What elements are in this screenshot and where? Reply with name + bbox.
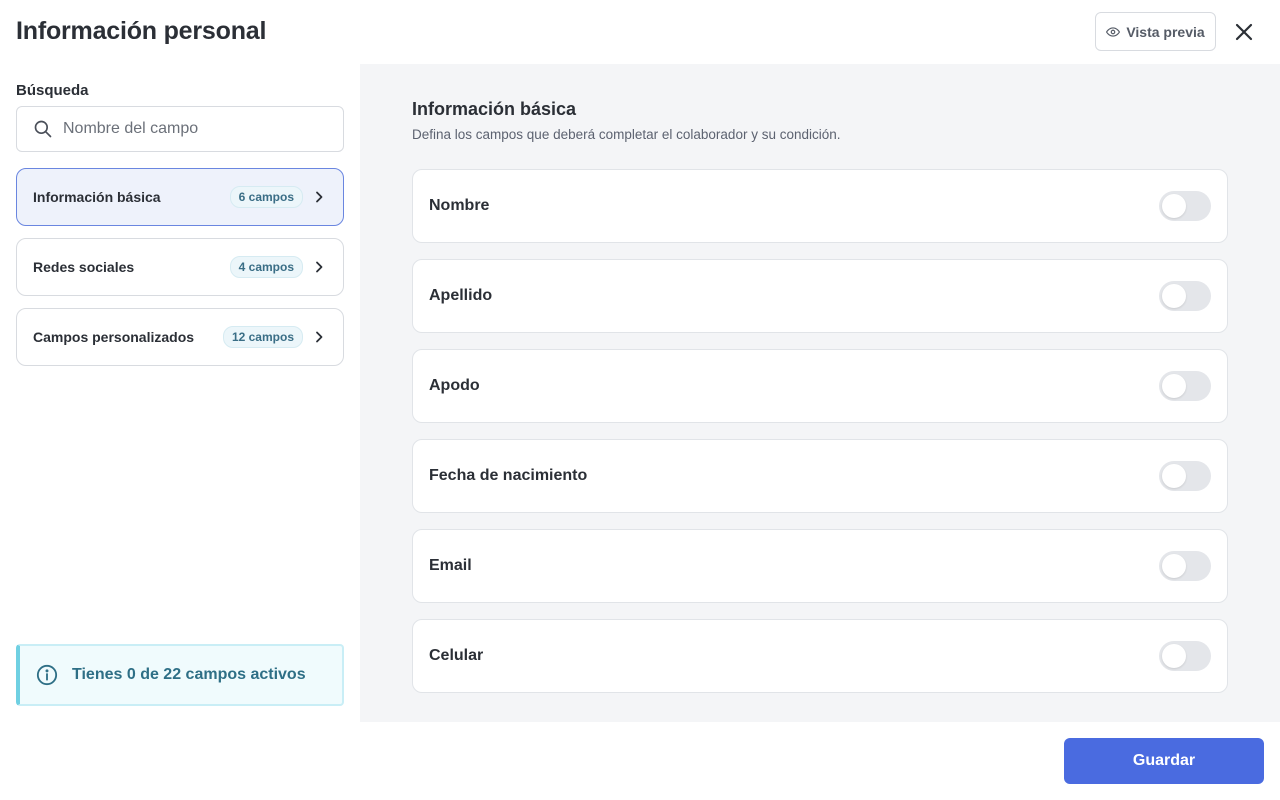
search-field[interactable] [16, 106, 344, 152]
toggle-knob [1162, 374, 1186, 398]
section-title: Información básica [412, 99, 577, 119]
toggle-knob [1162, 194, 1186, 218]
save-button[interactable]: Guardar [1064, 738, 1264, 784]
field-toggle[interactable] [1159, 551, 1211, 581]
toggle-knob [1162, 464, 1186, 488]
field-row-email: Email [412, 529, 1228, 603]
info-icon [36, 664, 58, 686]
field-row-celular: Celular [412, 619, 1228, 693]
category-label: Redes sociales [33, 259, 135, 275]
field-label: Fecha de nacimiento [429, 467, 588, 484]
field-label: Celular [429, 647, 484, 664]
search-label: Búsqueda [16, 82, 89, 99]
category-count-badge: 4 campos [229, 256, 303, 278]
close-button[interactable] [1232, 20, 1256, 44]
chevron-right-icon [315, 261, 327, 273]
field-label: Email [429, 557, 472, 574]
field-row-nombre: Nombre [412, 169, 1228, 243]
close-icon [1235, 23, 1253, 41]
eye-icon [1106, 26, 1121, 37]
modal-header: Información personal Vista previa [0, 0, 1280, 64]
page-title: Información personal [16, 17, 267, 45]
category-label: Campos personalizados [33, 329, 195, 345]
search-icon [34, 120, 52, 138]
field-row-apellido: Apellido [412, 259, 1228, 333]
preview-button[interactable]: Vista previa [1095, 12, 1216, 51]
fields-panel: Información básica Defina los campos que… [360, 64, 1280, 722]
field-label: Nombre [429, 197, 490, 214]
field-toggle[interactable] [1159, 191, 1211, 221]
category-item-informacion-basica[interactable]: Información básica 6 campos [16, 168, 344, 226]
category-item-redes-sociales[interactable]: Redes sociales 4 campos [16, 238, 344, 296]
toggle-knob [1162, 284, 1186, 308]
modal-footer: Guardar [0, 722, 1280, 800]
active-fields-info-banner: Tienes 0 de 22 campos activos [16, 644, 344, 706]
preview-button-label: Vista previa [1126, 23, 1205, 40]
category-count-badge: 12 campos [222, 326, 303, 348]
toggle-knob [1162, 644, 1186, 668]
section-description: Defina los campos que deberá completar e… [412, 127, 841, 142]
field-toggle[interactable] [1159, 281, 1211, 311]
field-toggle[interactable] [1159, 371, 1211, 401]
field-label: Apodo [429, 377, 480, 394]
field-toggle[interactable] [1159, 461, 1211, 491]
sidebar: Búsqueda Información básica 6 campos Red… [0, 64, 360, 722]
active-fields-count-text: Tienes 0 de 22 campos activos [72, 666, 306, 683]
toggle-knob [1162, 554, 1186, 578]
category-label: Información básica [33, 189, 161, 205]
field-row-apodo: Apodo [412, 349, 1228, 423]
chevron-right-icon [315, 331, 327, 343]
category-item-campos-personalizados[interactable]: Campos personalizados 12 campos [16, 308, 344, 366]
field-toggle[interactable] [1159, 641, 1211, 671]
field-label: Apellido [429, 287, 493, 304]
field-row-fecha-de-nacimiento: Fecha de nacimiento [412, 439, 1228, 513]
chevron-right-icon [315, 191, 327, 203]
search-input[interactable] [63, 120, 323, 138]
category-count-badge: 6 campos [229, 186, 303, 208]
